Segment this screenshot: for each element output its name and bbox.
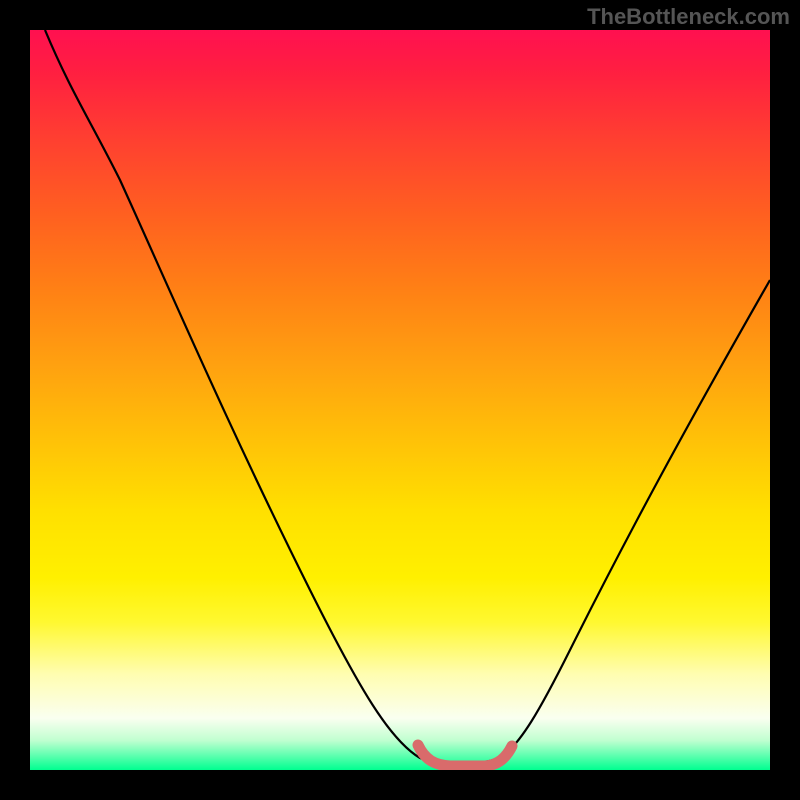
chart-svg: [30, 30, 770, 770]
watermark-text: TheBottleneck.com: [587, 4, 790, 30]
chart-plot-area: [30, 30, 770, 770]
valley-highlight-path: [418, 745, 512, 766]
bottleneck-curve-path: [45, 30, 770, 764]
